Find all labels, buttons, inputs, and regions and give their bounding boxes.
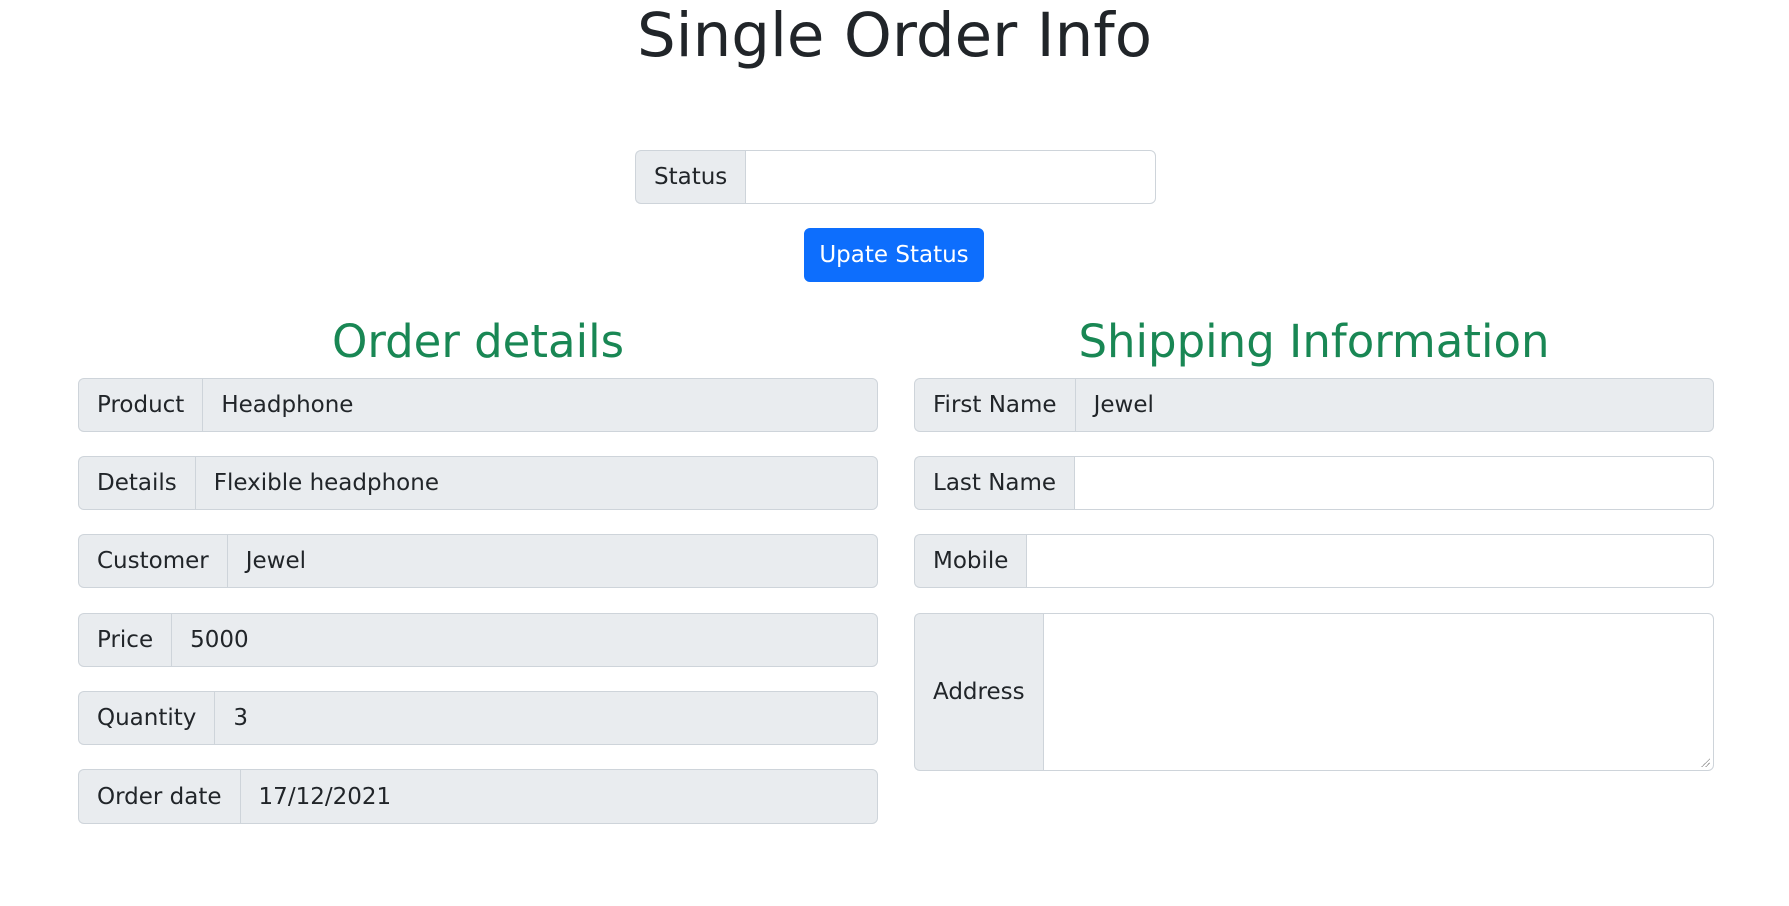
resize-handle-icon[interactable] xyxy=(1700,757,1710,767)
price-field[interactable]: 5000 xyxy=(171,613,878,667)
status-input-group: Status xyxy=(635,150,1156,204)
status-label: Status xyxy=(635,150,746,204)
quantity-field-group: Quantity 3 xyxy=(78,691,878,745)
price-label: Price xyxy=(78,613,172,667)
mobile-input[interactable] xyxy=(1026,534,1714,588)
quantity-label: Quantity xyxy=(78,691,215,745)
order-details-title: Order details xyxy=(331,315,625,368)
first-name-field[interactable]: Jewel xyxy=(1074,378,1714,432)
details-field-group: Details Flexible headphone xyxy=(78,456,878,510)
order-date-label: Order date xyxy=(78,769,240,824)
product-field-group: Product Headphone xyxy=(78,378,878,432)
order-date-field-group: Order date 17/12/2021 xyxy=(78,769,878,824)
first-name-field-group: First Name Jewel xyxy=(914,378,1714,432)
price-field-group: Price 5000 xyxy=(78,613,878,667)
quantity-field[interactable]: 3 xyxy=(214,691,878,745)
details-field[interactable]: Flexible headphone xyxy=(194,456,878,510)
address-label: Address xyxy=(914,613,1043,771)
status-input[interactable] xyxy=(745,150,1156,204)
customer-label: Customer xyxy=(78,534,227,588)
address-textarea[interactable] xyxy=(1042,613,1714,771)
product-field[interactable]: Headphone xyxy=(202,378,878,432)
first-name-label: First Name xyxy=(914,378,1075,432)
address-field-group: Address xyxy=(914,613,1714,771)
customer-field-group: Customer Jewel xyxy=(78,534,878,588)
last-name-label: Last Name xyxy=(914,456,1075,510)
update-status-button[interactable]: Upate Status xyxy=(804,228,984,282)
last-name-input[interactable] xyxy=(1074,456,1714,510)
mobile-label: Mobile xyxy=(914,534,1027,588)
details-label: Details xyxy=(78,456,195,510)
product-label: Product xyxy=(78,378,203,432)
mobile-field-group: Mobile xyxy=(914,534,1714,588)
page-title: Single Order Info xyxy=(636,0,1153,71)
order-date-field[interactable]: 17/12/2021 xyxy=(239,769,878,824)
shipping-information-title: Shipping Information xyxy=(1078,315,1550,368)
customer-field[interactable]: Jewel xyxy=(226,534,878,588)
last-name-field-group: Last Name xyxy=(914,456,1714,510)
